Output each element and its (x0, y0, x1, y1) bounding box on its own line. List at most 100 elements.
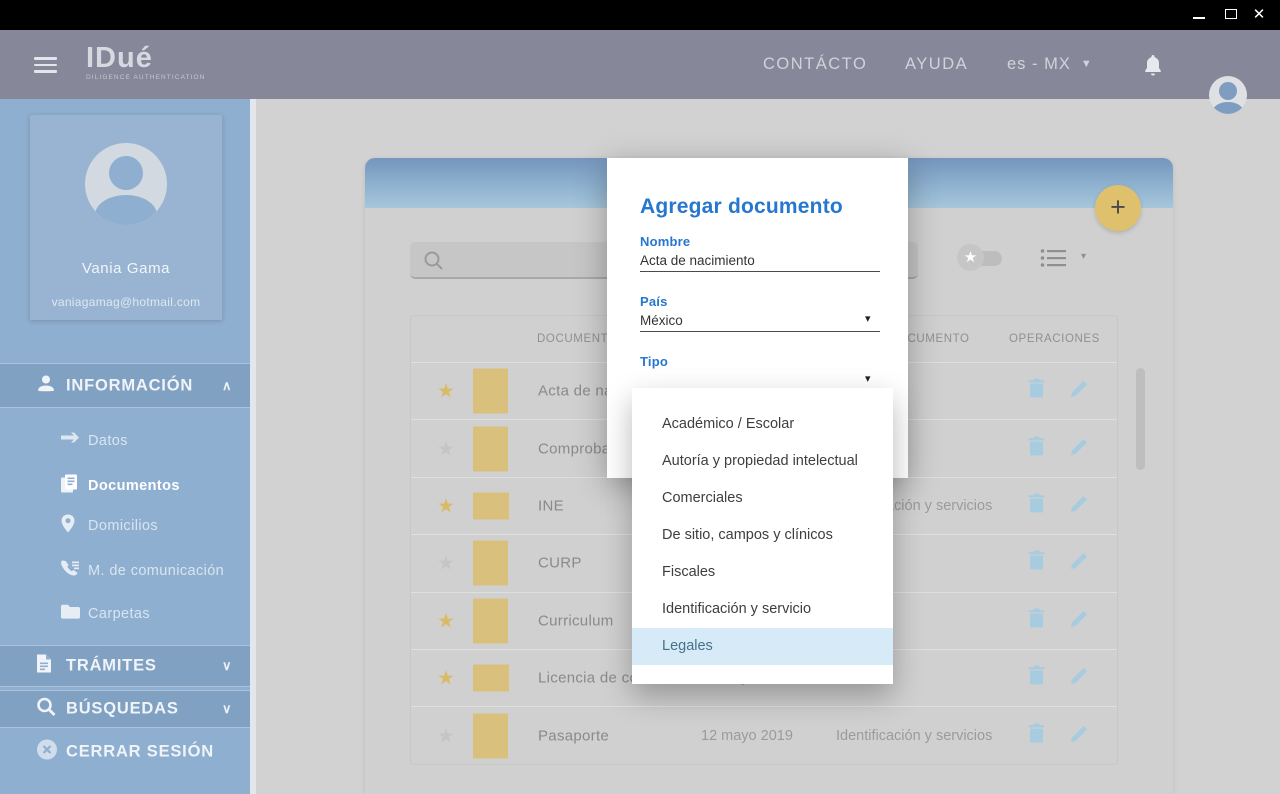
app-logo: IDué DILIGENCE AUTHENTICATION (86, 43, 205, 81)
caret-down-icon: ▼ (1081, 58, 1093, 70)
tipo-label: Tipo (640, 354, 668, 369)
sidebar-section-informacion[interactable]: INFORMACIÓN ∧ (0, 363, 250, 408)
chevron-down-icon: ∨ (222, 701, 232, 717)
delete-icon[interactable] (1028, 724, 1045, 749)
document-thumbnail[interactable] (473, 492, 509, 519)
chevron-up-icon: ∧ (222, 378, 232, 394)
delete-icon[interactable] (1028, 436, 1045, 461)
caret-down-icon[interactable]: ▾ (865, 312, 871, 325)
profile-name: Vania Gama (30, 260, 222, 277)
avatar-body (1213, 102, 1243, 114)
logout-x-circle-icon (36, 739, 58, 766)
dropdown-option[interactable]: Académico / Escolar (632, 406, 893, 443)
dropdown-option[interactable]: Fiscales (632, 554, 893, 591)
notifications-bell-icon[interactable] (1143, 54, 1163, 81)
nav-ayuda[interactable]: AYUDA (905, 30, 968, 99)
minimize-button[interactable] (1184, 0, 1214, 30)
favorite-star-icon[interactable]: ★ (437, 608, 455, 633)
document-name: CURP (538, 555, 582, 572)
favorite-star-icon[interactable]: ★ (437, 724, 455, 749)
sidebar-item-documentos[interactable]: Documentos (0, 470, 250, 502)
favorite-star-icon[interactable]: ★ (437, 551, 455, 576)
edit-icon[interactable] (1070, 437, 1089, 461)
view-mode-selector[interactable]: ▾ (1040, 248, 1086, 270)
profile-avatar[interactable] (85, 143, 167, 225)
pais-select[interactable]: México (640, 313, 683, 328)
profile-email: vaniagamag@hotmail.com (30, 295, 222, 309)
edit-icon[interactable] (1070, 609, 1089, 633)
user-avatar[interactable] (1209, 76, 1247, 114)
delete-icon[interactable] (1028, 666, 1045, 691)
document-thumbnail[interactable] (473, 714, 508, 759)
sidebar-item-datos[interactable]: Datos (0, 425, 250, 457)
nombre-label: Nombre (640, 234, 690, 249)
delete-icon[interactable] (1028, 493, 1045, 518)
favorite-star-icon[interactable]: ★ (437, 436, 455, 461)
sidebar-divider (250, 99, 256, 794)
sidebar-section-busquedas[interactable]: BÚSQUEDAS ∨ (0, 690, 250, 728)
sidebar-item-carpetas[interactable]: Carpetas (0, 598, 250, 630)
document-thumbnail[interactable] (473, 598, 508, 643)
brand-tagline: DILIGENCE AUTHENTICATION (86, 74, 205, 81)
favorites-filter-toggle[interactable]: ★ (957, 244, 1003, 271)
document-thumbnail[interactable] (473, 369, 508, 414)
sidebar-section-tramites[interactable]: TRÁMITES ∨ (0, 645, 250, 687)
document-icon (36, 654, 52, 679)
scrollbar-thumb[interactable] (1136, 368, 1145, 470)
dropdown-option[interactable]: Autoría y propiedad intelectual (632, 443, 893, 480)
favorite-star-icon[interactable]: ★ (437, 666, 455, 691)
avatar-head (1219, 82, 1237, 100)
delete-icon[interactable] (1028, 551, 1045, 576)
nombre-underline (640, 271, 880, 272)
star-icon: ★ (957, 244, 984, 271)
person-icon (36, 373, 56, 398)
col-documento: DOCUMENTO (537, 333, 618, 345)
search-icon (423, 250, 445, 272)
delete-icon[interactable] (1028, 608, 1045, 633)
menu-icon[interactable] (34, 57, 57, 73)
document-thumbnail[interactable] (473, 426, 508, 471)
chevron-down-icon: ∨ (222, 658, 232, 674)
sidebar-logout[interactable]: CERRAR SESIÓN (0, 732, 250, 772)
favorite-star-icon[interactable]: ★ (437, 379, 455, 404)
dropdown-option[interactable]: De sitio, campos y clínicos (632, 517, 893, 554)
document-thumbnail[interactable] (473, 665, 509, 692)
caret-down-icon: ▾ (1081, 251, 1086, 262)
caret-down-icon[interactable]: ▾ (865, 372, 871, 385)
document-date: 12 mayo 2019 (701, 728, 793, 744)
sidebar-item-domicilios[interactable]: Domicilios (0, 510, 250, 542)
close-button[interactable]: ✕ (1244, 0, 1274, 30)
modal-title: Agregar documento (640, 195, 843, 219)
sidebar: Vania Gama vaniagamag@hotmail.com INFORM… (0, 99, 250, 794)
delete-icon[interactable] (1028, 379, 1045, 404)
location-pin-icon (60, 514, 76, 539)
dropdown-option[interactable]: Identificación y servicio (632, 591, 893, 628)
table-row[interactable]: ★ Pasaporte 12 mayo 2019 Identificación … (411, 707, 1117, 764)
card-icon (60, 432, 80, 451)
pais-underline (640, 331, 880, 332)
dropdown-option-selected[interactable]: Legales (632, 628, 893, 665)
maximize-button[interactable] (1216, 0, 1246, 30)
edit-icon[interactable] (1070, 551, 1089, 575)
document-name: INE (538, 497, 564, 514)
app-header: IDué DILIGENCE AUTHENTICATION CONTÁCTO A… (0, 30, 1280, 99)
edit-icon[interactable] (1070, 494, 1089, 518)
document-name: Curriculum (538, 612, 614, 629)
edit-icon[interactable] (1070, 666, 1089, 690)
brand-name: IDué (86, 43, 205, 73)
nav-contacto[interactable]: CONTÁCTO (763, 30, 867, 99)
search-icon (36, 697, 56, 722)
add-document-button[interactable]: + (1095, 185, 1141, 231)
edit-icon[interactable] (1070, 379, 1089, 403)
dropdown-option[interactable]: Comerciales (632, 480, 893, 517)
profile-card: Vania Gama vaniagamag@hotmail.com (30, 115, 222, 320)
language-selector[interactable]: es - MX▼ (1007, 30, 1093, 99)
document-type: Identificación y servicios (836, 728, 992, 744)
phone-icon (60, 560, 80, 583)
document-thumbnail[interactable] (473, 541, 508, 586)
nombre-input[interactable]: Acta de nacimiento (640, 253, 755, 268)
os-titlebar: ✕ (0, 0, 1280, 30)
favorite-star-icon[interactable]: ★ (437, 493, 455, 518)
edit-icon[interactable] (1070, 724, 1089, 748)
sidebar-item-medios-comunicacion[interactable]: M. de comunicación (0, 555, 250, 587)
